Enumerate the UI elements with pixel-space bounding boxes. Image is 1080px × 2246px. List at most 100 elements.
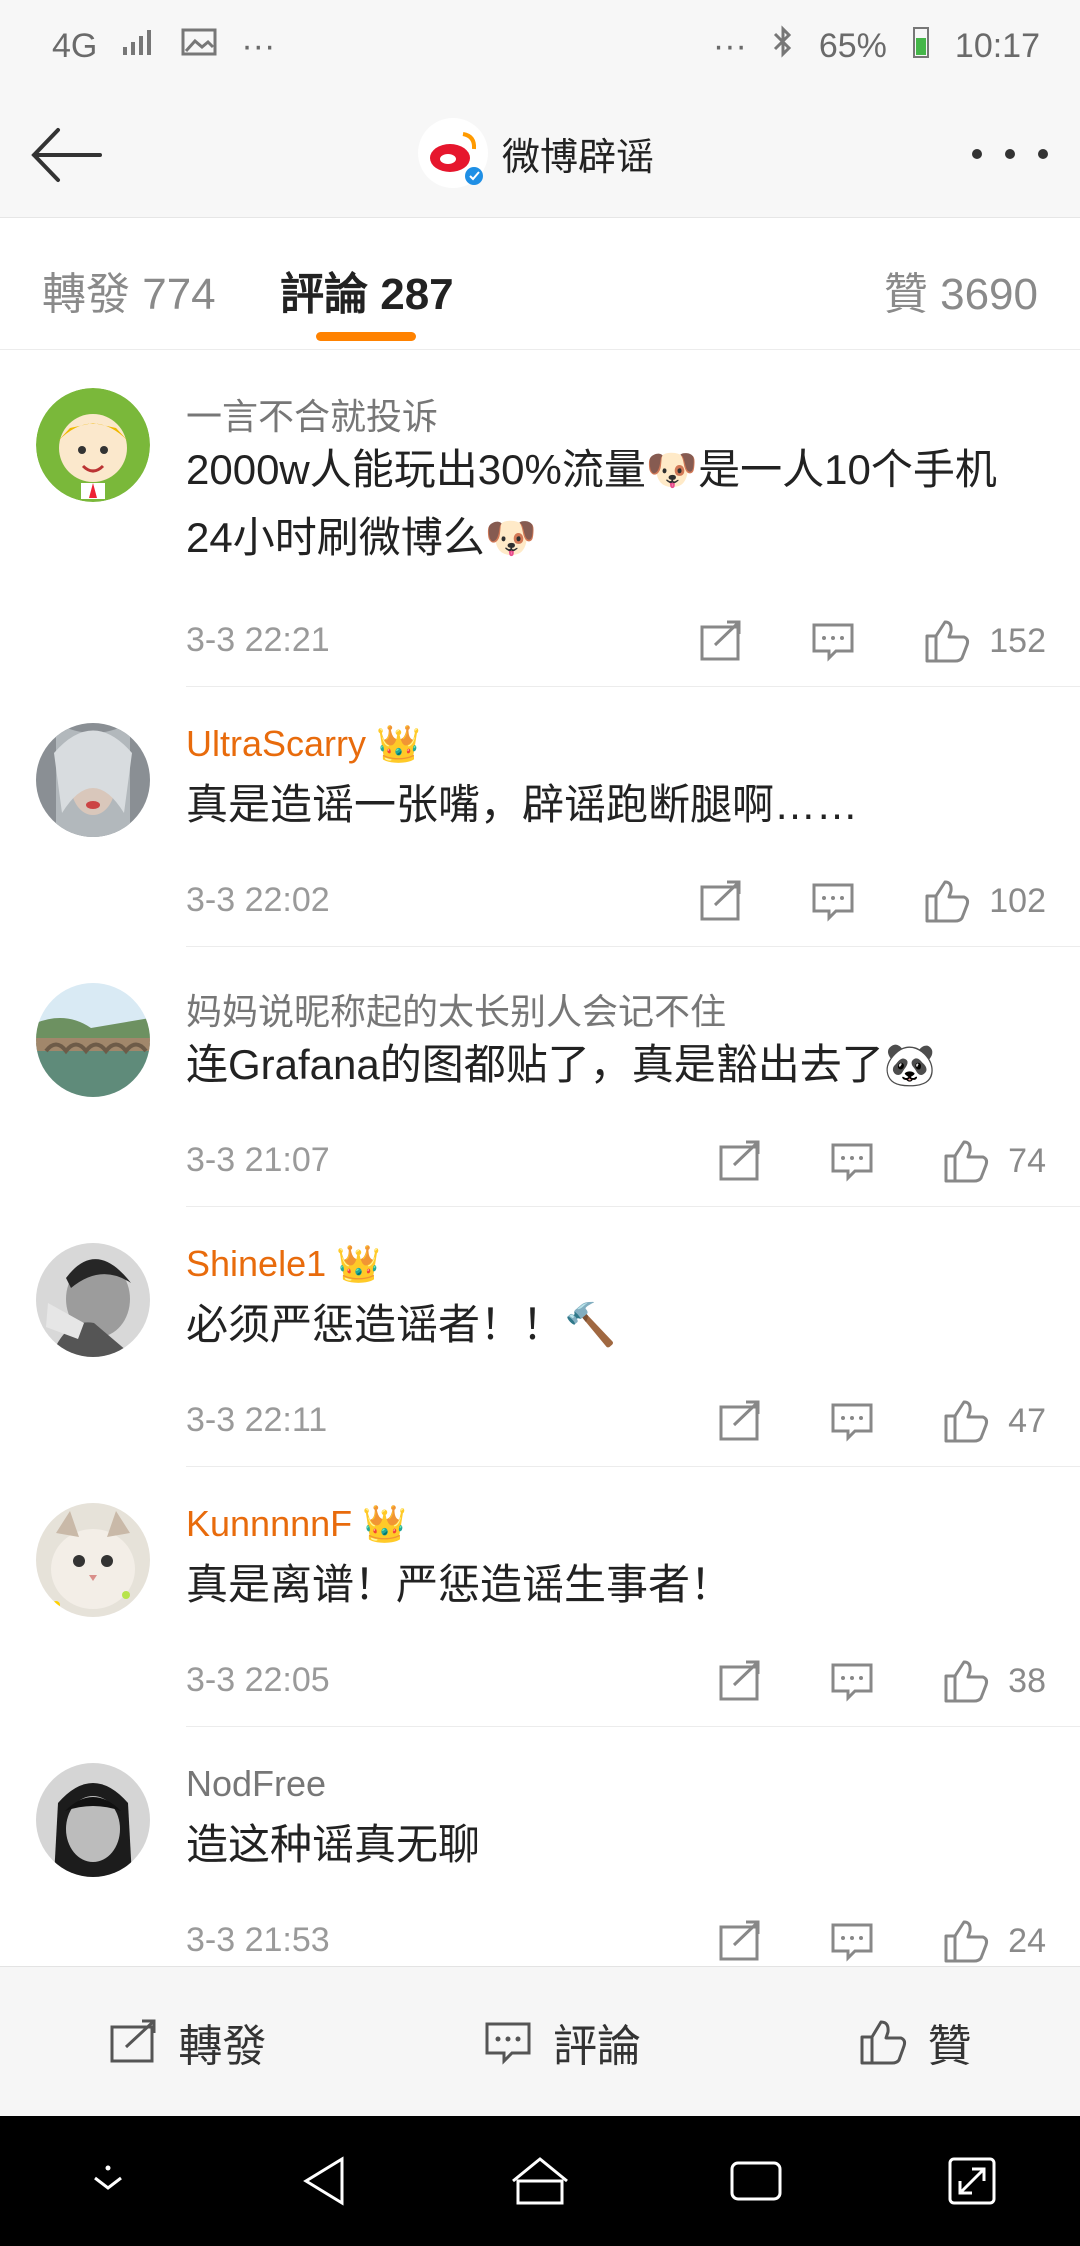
comment-item: 一言不合就投诉 2000w人能玩出30%流量🐶是一人10个手机24小时刷微博么🐶… (36, 352, 1080, 687)
like-button[interactable]: 贊 (858, 2010, 972, 2074)
like-count: 152 (989, 621, 1046, 660)
chevron-down-icon (94, 2165, 122, 2190)
comment-time: 3-3 22:02 (186, 881, 330, 919)
reply-icon[interactable] (811, 620, 855, 662)
comment-label: 評論 (552, 2022, 641, 2071)
reply-icon[interactable] (830, 1400, 874, 1442)
thumbs-up-icon (944, 1140, 989, 1183)
home-nav-button[interactable] (505, 2146, 575, 2216)
comment-text: 连Grafana的图都贴了，真是豁出去了🐼 (186, 1041, 937, 1088)
vip-crown-icon: 👑 (362, 1503, 407, 1544)
comment-username[interactable]: UltraScarry 👑 (186, 723, 421, 765)
status-bar: 4G ··· ··· 65% 10:17 (0, 0, 1080, 92)
fullscreen-toggle-button[interactable] (937, 2146, 1007, 2216)
comment-time: 3-3 22:11 (186, 1401, 328, 1439)
arrow-left-icon (31, 128, 102, 182)
vip-crown-icon: 👑 (336, 1243, 381, 1284)
like-button[interactable]: 102 (923, 878, 1046, 924)
recent-apps-icon (730, 2161, 782, 2201)
hide-keyboard-button[interactable] (73, 2146, 143, 2216)
like-button[interactable]: 38 (942, 1658, 1046, 1704)
share-icon (110, 2019, 156, 2063)
comment-text: 真是造谣一张嘴，辟谣跑断腿啊…… (186, 781, 859, 828)
weibo-logo[interactable] (418, 118, 488, 188)
signal-icon (121, 27, 157, 66)
tab-repost[interactable]: 轉發 774 (42, 258, 216, 322)
back-button[interactable] (28, 122, 104, 188)
like-button[interactable]: 47 (942, 1398, 1046, 1444)
like-label: 贊 (927, 2022, 972, 2071)
like-count: 24 (1008, 1921, 1046, 1960)
comment-item: UltraScarry 👑 真是造谣一张嘴，辟谣跑断腿啊…… 3-3 22:02… (36, 687, 1080, 947)
back-nav-button[interactable] (289, 2146, 359, 2216)
comment-text: 必须严惩造谣者！！🔨 (186, 1301, 617, 1348)
reply-icon[interactable] (830, 1140, 874, 1182)
battery-percent: 65% (818, 26, 887, 65)
bluetooth-icon (771, 24, 795, 68)
reply-icon[interactable] (830, 1660, 874, 1702)
more-dot-icon (972, 149, 982, 159)
like-count: 74 (1008, 1141, 1046, 1180)
comment-item: KunnnnnF 👑 真是离谱！严惩造谣生事者！ 3-3 22:05 38 (36, 1467, 1080, 1727)
tab-comments[interactable]: 評論 287 (280, 258, 454, 322)
recent-apps-button[interactable] (721, 2146, 791, 2216)
reply-icon[interactable] (830, 1920, 874, 1962)
like-button[interactable]: 24 (942, 1918, 1046, 1964)
tab-likes[interactable]: 贊 3690 (884, 258, 1038, 322)
like-count: 47 (1008, 1401, 1046, 1440)
share-icon[interactable] (718, 1400, 762, 1442)
avatar[interactable] (36, 1243, 150, 1357)
comment-list: 一言不合就投诉 2000w人能玩出30%流量🐶是一人10个手机24小时刷微博么🐶… (0, 352, 1080, 1966)
comment-text: 造这种谣真无聊 (186, 1821, 481, 1868)
username-label: UltraScarry (186, 723, 367, 764)
comment-time: 3-3 21:07 (186, 1141, 330, 1179)
comment-username[interactable]: NodFree (186, 1763, 326, 1805)
comment-username[interactable]: KunnnnnF 👑 (186, 1503, 407, 1545)
home-icon (512, 2157, 568, 2205)
repost-button[interactable]: 轉發 (108, 2010, 266, 2074)
tabs: 轉發 774 評論 287 贊 3690 (0, 218, 1080, 350)
avatar[interactable] (36, 1503, 150, 1617)
clock: 10:17 (954, 26, 1040, 65)
comment-username[interactable]: Shinele1 👑 (186, 1243, 381, 1285)
share-icon[interactable] (718, 1660, 762, 1702)
comment-text: 真是离谱！严惩造谣生事者！ (186, 1561, 733, 1608)
comment-username[interactable]: 妈妈说昵称起的太长别人会记不住 (186, 983, 726, 1035)
more-status-icon: ··· (241, 26, 276, 65)
like-button[interactable]: 74 (942, 1138, 1046, 1184)
thumbs-up-icon (944, 1400, 989, 1443)
avatar[interactable] (36, 983, 150, 1097)
comment-text: 2000w人能玩出30%流量🐶是一人10个手机24小时刷微博么🐶 (186, 446, 997, 561)
avatar[interactable] (36, 388, 150, 502)
title-bar: 微博辟谣 (0, 92, 1080, 218)
share-icon[interactable] (718, 1920, 762, 1962)
comment-button[interactable]: 評論 (483, 2010, 641, 2074)
like-count: 38 (1008, 1661, 1046, 1700)
comment-username[interactable]: 一言不合就投诉 (186, 388, 438, 440)
more-dot-icon (1005, 149, 1015, 159)
thumbs-up-icon (944, 1660, 989, 1703)
reply-icon[interactable] (811, 880, 855, 922)
share-icon[interactable] (699, 880, 743, 922)
repost-label: 轉發 (178, 2022, 267, 2071)
reply-icon (485, 2022, 531, 2065)
bottom-toolbar: 轉發 評論 贊 (0, 1966, 1080, 2117)
active-tab-indicator (316, 332, 416, 341)
comment-item: Shinele1 👑 必须严惩造谣者！！🔨 3-3 22:11 47 (36, 1207, 1080, 1467)
more-button[interactable] (972, 136, 1048, 172)
like-button[interactable]: 152 (923, 618, 1046, 664)
gallery-icon (181, 27, 217, 66)
share-icon[interactable] (718, 1140, 762, 1182)
vip-crown-icon: 👑 (376, 723, 421, 764)
share-icon[interactable] (699, 620, 743, 662)
overflow-icon: ··· (712, 26, 747, 65)
thumbs-up-icon (925, 620, 970, 663)
comment-time: 3-3 22:05 (186, 1661, 330, 1699)
avatar[interactable] (36, 723, 150, 837)
triangle-back-icon (303, 2156, 344, 2206)
avatar[interactable] (36, 1763, 150, 1877)
comment-item: NodFree 造这种谣真无聊 3-3 21:53 24 (36, 1727, 1080, 1966)
username-label: Shinele1 (186, 1243, 327, 1284)
like-count: 102 (989, 881, 1046, 920)
comment-time: 3-3 21:53 (186, 1921, 330, 1959)
